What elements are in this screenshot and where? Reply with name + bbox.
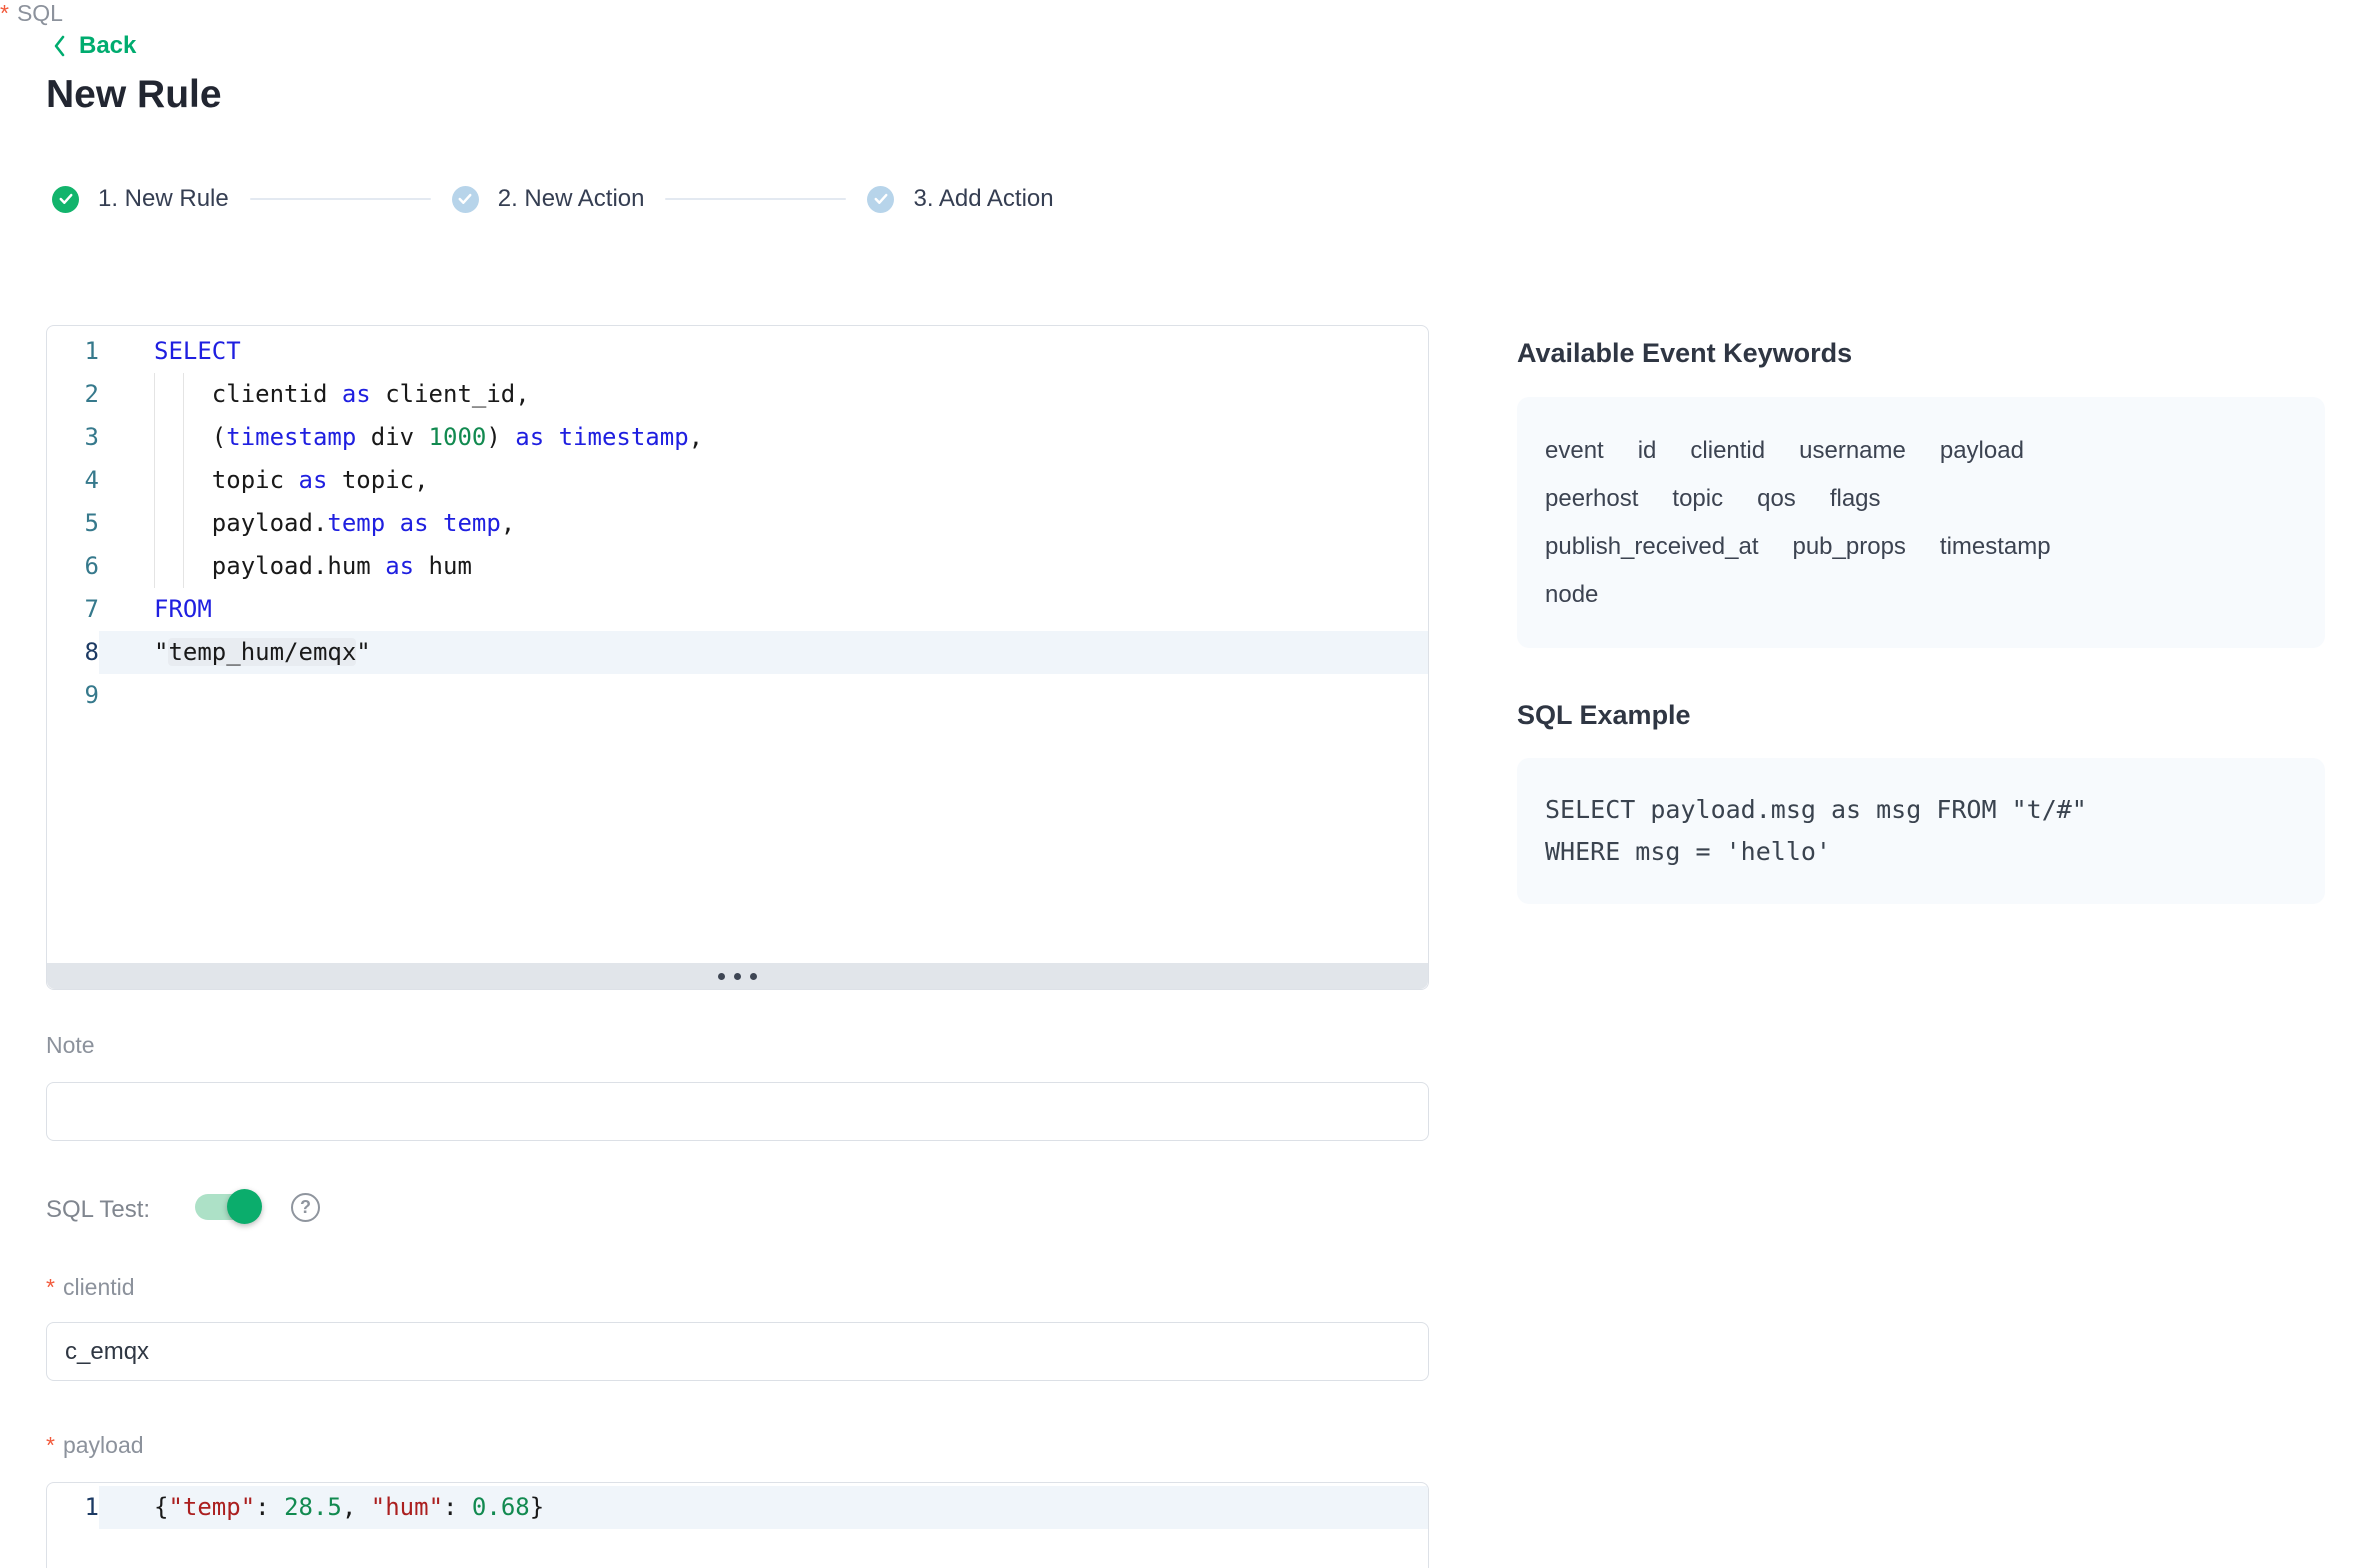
required-asterisk: *: [46, 1274, 55, 1301]
sql-editor-lines: 1SELECT2 clientid as client_id,3 (timest…: [47, 326, 1428, 963]
sql-example-line: SELECT payload.msg as msg FROM "t/#": [1545, 789, 2297, 831]
keyword-chip: node: [1545, 571, 1598, 619]
keyword-chip: clientid: [1690, 427, 1765, 475]
keyword-chip: peerhost: [1545, 475, 1638, 523]
new-rule-page: Back New Rule 1. New Rule 2. New Action 3.…: [0, 0, 2356, 1568]
payload-field-label: * payload: [46, 1432, 144, 1459]
sql-test-toggle[interactable]: [195, 1194, 260, 1220]
sql-example-box: SELECT payload.msg as msg FROM "t/#"WHER…: [1517, 758, 2325, 904]
code-line: 6 payload.hum as hum: [47, 545, 1428, 588]
drag-handle-dot: [734, 973, 741, 980]
keyword-row: peerhost topic qos flags: [1545, 475, 2297, 523]
code-line: 8"temp_hum/emqx": [47, 631, 1428, 674]
back-label: Back: [79, 32, 136, 60]
payload-code-editor[interactable]: 1{"temp": 28.5, "hum": 0.68}: [46, 1482, 1429, 1568]
code-line: 9: [47, 674, 1428, 717]
keyword-chip: payload: [1940, 427, 2024, 475]
line-code: (timestamp div 1000) as timestamp,: [99, 416, 1428, 459]
help-icon[interactable]: ?: [291, 1193, 320, 1222]
code-line: 1SELECT: [47, 330, 1428, 373]
line-code: payload.hum as hum: [99, 545, 1428, 588]
step-connector: [250, 198, 431, 200]
note-field-label: Note: [46, 1032, 95, 1059]
keyword-chip: timestamp: [1940, 523, 2051, 571]
sql-code-editor[interactable]: 1SELECT2 clientid as client_id,3 (timest…: [46, 325, 1429, 990]
step-label: 1. New Rule: [98, 185, 229, 213]
line-code: {"temp": 28.5, "hum": 0.68}: [99, 1486, 1428, 1529]
sql-example-line: WHERE msg = 'hello': [1545, 831, 2297, 873]
keywords-box: eventid clientid username payload peerhost to…: [1517, 397, 2325, 648]
line-number: 5: [47, 502, 99, 545]
line-number: 3: [47, 416, 99, 459]
keyword-row: publish_received_at pub_props timestamp: [1545, 523, 2297, 571]
clientid-field-label: * clientid: [46, 1274, 135, 1301]
code-line: 5 payload.temp as temp,: [47, 502, 1428, 545]
step-connector: [665, 198, 846, 200]
required-asterisk: *: [46, 1432, 55, 1459]
payload-editor-lines: 1{"temp": 28.5, "hum": 0.68}: [47, 1486, 1428, 1529]
clientid-input[interactable]: [46, 1322, 1429, 1381]
line-number: 1: [47, 330, 99, 373]
line-code: clientid as client_id,: [99, 373, 1428, 416]
line-number: 6: [47, 545, 99, 588]
line-code: FROM: [99, 588, 1428, 631]
steps-wizard: 1. New Rule 2. New Action 3. Add Action: [52, 185, 1054, 213]
code-line: 2 clientid as client_id,: [47, 373, 1428, 416]
drag-handle-dot: [718, 973, 725, 980]
step-item-1[interactable]: 1. New Rule: [52, 185, 229, 213]
line-code: "temp_hum/emqx": [99, 631, 1428, 674]
code-line: 3 (timestamp div 1000) as timestamp,: [47, 416, 1428, 459]
step-label: 2. New Action: [498, 185, 645, 213]
page-title: New Rule: [46, 75, 222, 115]
indent-guide: [183, 373, 184, 588]
sql-test-label: SQL Test:: [46, 1196, 150, 1224]
step-check-icon: [452, 186, 479, 213]
required-asterisk: *: [0, 0, 9, 27]
line-number: 7: [47, 588, 99, 631]
drag-handle-dot: [750, 973, 757, 980]
chevron-left-icon: [52, 34, 67, 58]
line-number: 2: [47, 373, 99, 416]
line-code: payload.temp as temp,: [99, 502, 1428, 545]
step-label: 3. Add Action: [913, 185, 1053, 213]
keyword-chip: topic: [1672, 475, 1723, 523]
sql-field-label: * SQL: [0, 0, 63, 27]
indent-guide: [154, 373, 155, 588]
line-number: 4: [47, 459, 99, 502]
step-item-2[interactable]: 2. New Action: [452, 185, 645, 213]
keyword-chip: id: [1638, 427, 1657, 475]
code-line: 4 topic as topic,: [47, 459, 1428, 502]
line-code: SELECT: [99, 330, 1428, 373]
line-number: 1: [47, 1486, 99, 1529]
note-input[interactable]: [46, 1082, 1429, 1141]
code-line: 1{"temp": 28.5, "hum": 0.68}: [47, 1486, 1428, 1529]
sql-example-title: SQL Example: [1517, 700, 1691, 731]
keyword-chip: pub_props: [1792, 523, 1905, 571]
keyword-chip: event: [1545, 427, 1604, 475]
line-code: [99, 674, 1428, 717]
keyword-row: node: [1545, 571, 2297, 619]
keyword-chip: qos: [1757, 475, 1796, 523]
keyword-row: eventid clientid username payload: [1545, 427, 2297, 475]
line-number: 9: [47, 674, 99, 717]
step-check-icon: [52, 186, 79, 213]
step-item-3[interactable]: 3. Add Action: [867, 185, 1053, 213]
editor-resize-handle[interactable]: [47, 963, 1428, 989]
code-line: 7FROM: [47, 588, 1428, 631]
line-number: 8: [47, 631, 99, 674]
keyword-chip: flags: [1830, 475, 1881, 523]
available-event-keywords-title: Available Event Keywords: [1517, 338, 1852, 369]
line-code: topic as topic,: [99, 459, 1428, 502]
step-check-icon: [867, 186, 894, 213]
back-link[interactable]: Back: [52, 32, 136, 60]
toggle-knob: [227, 1189, 262, 1224]
keyword-chip: username: [1799, 427, 1906, 475]
keyword-chip: publish_received_at: [1545, 523, 1758, 571]
